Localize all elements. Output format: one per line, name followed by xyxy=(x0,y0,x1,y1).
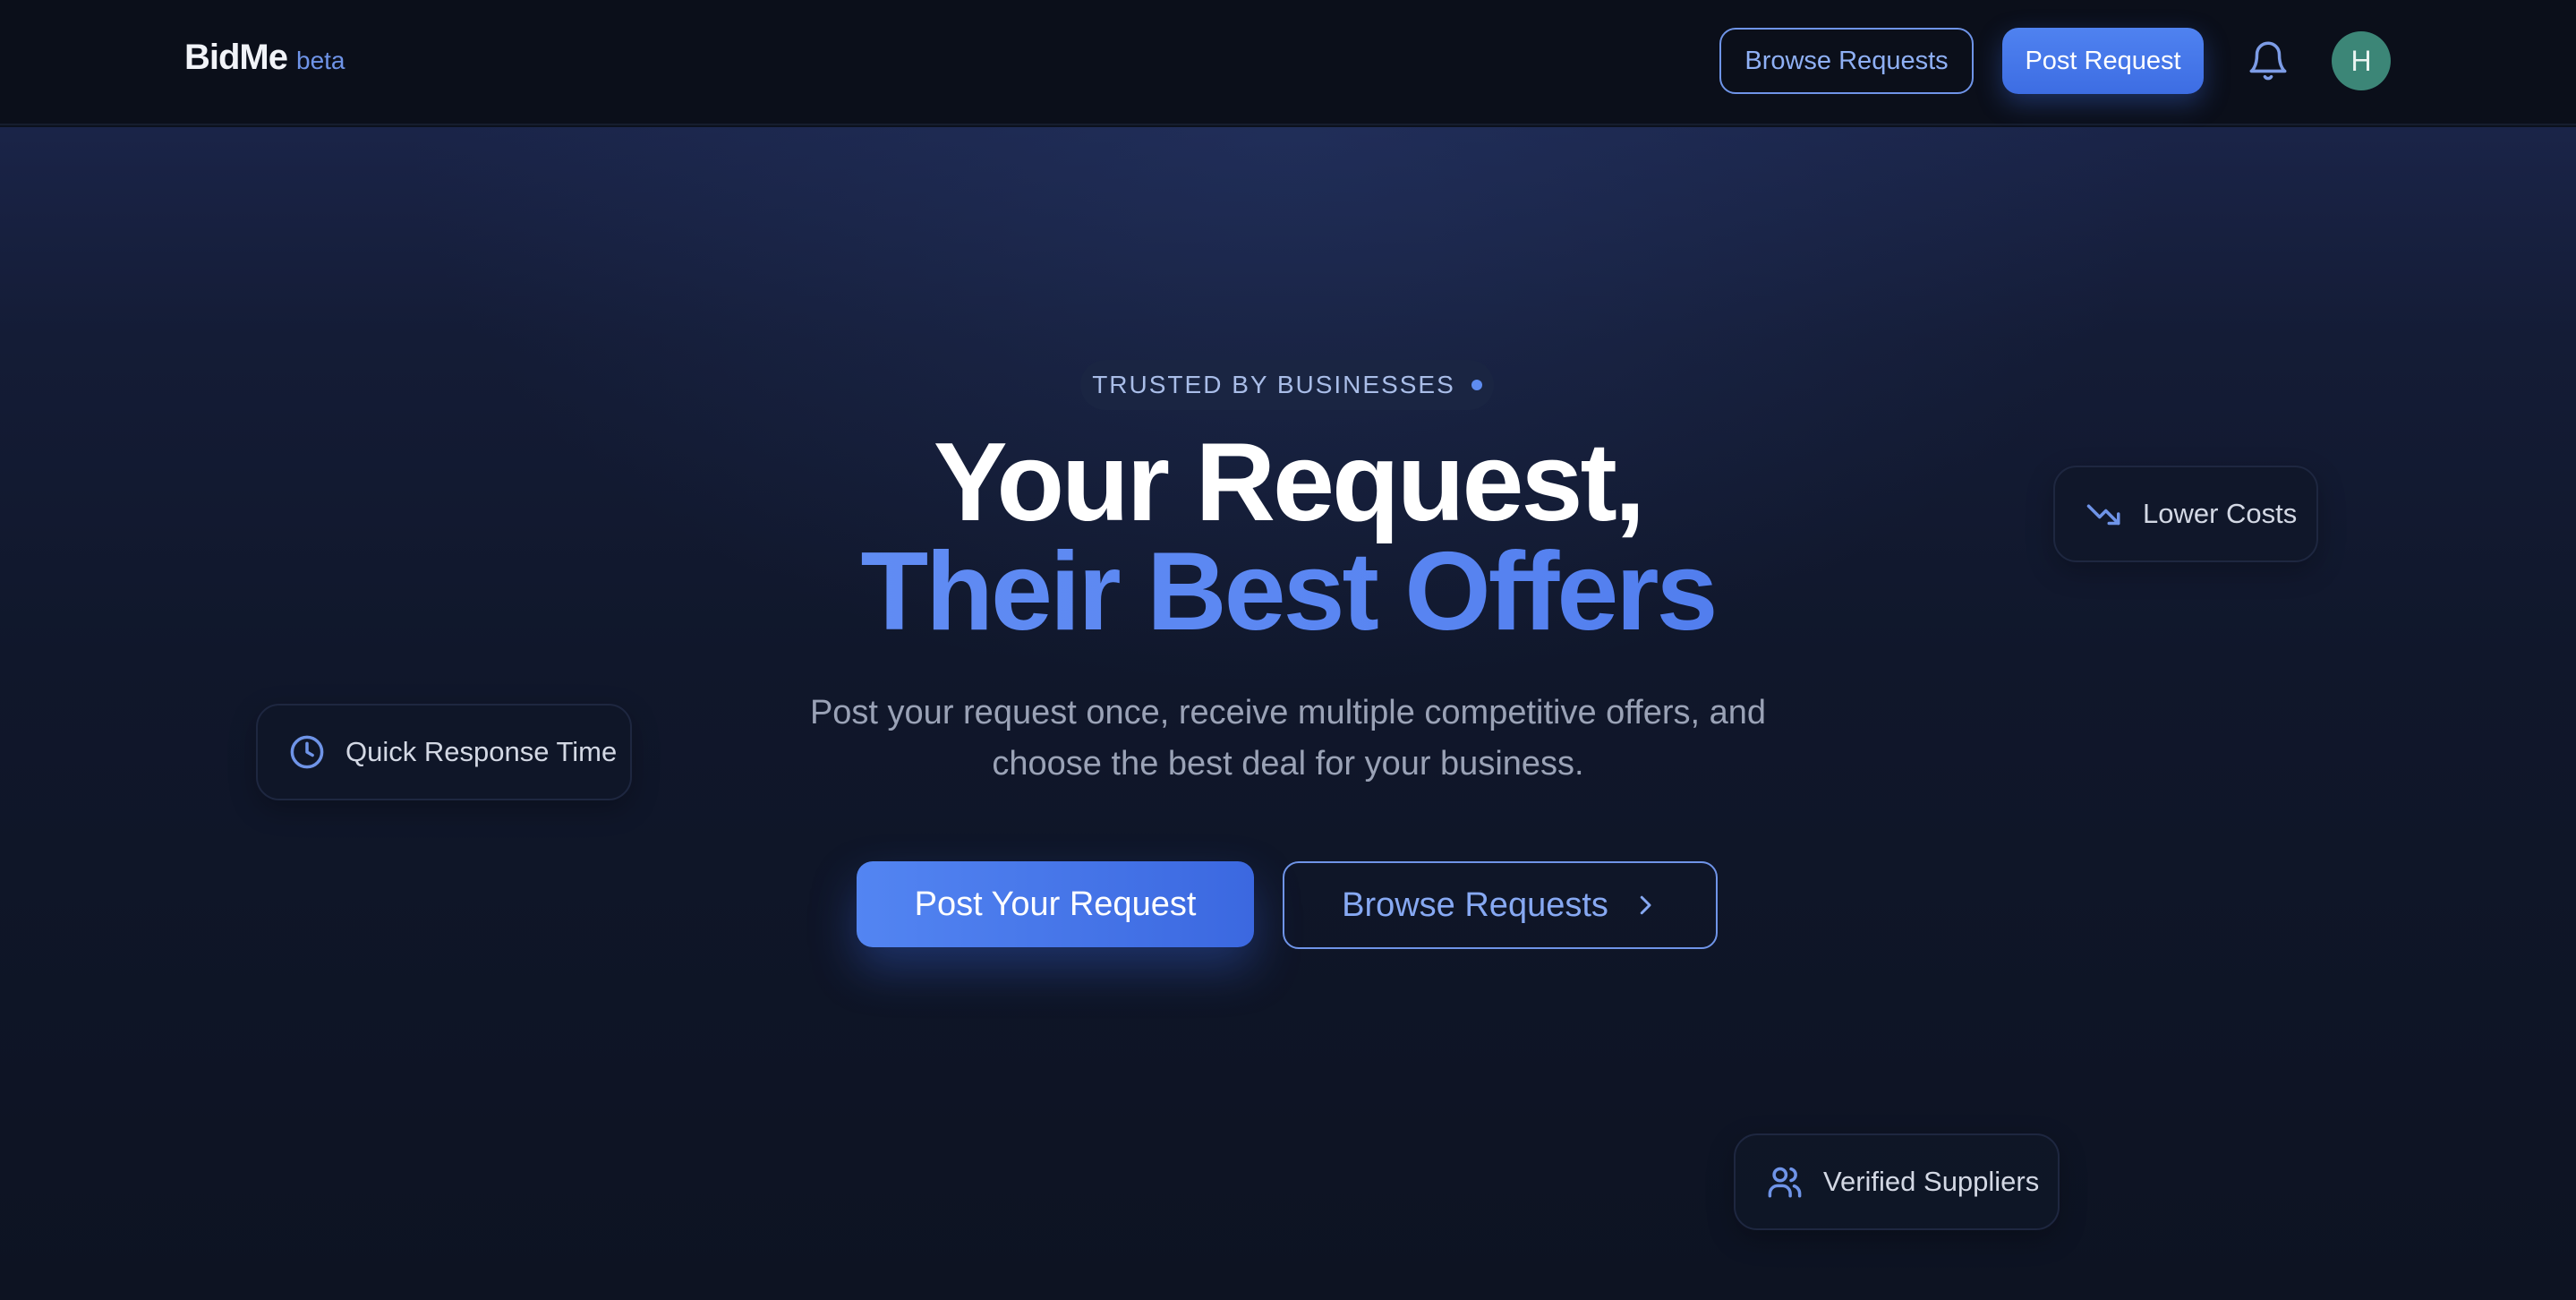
badge-dot-icon xyxy=(1471,380,1482,390)
brand-name: BidMe xyxy=(184,38,288,77)
clock-icon xyxy=(290,735,324,769)
beta-tag: beta xyxy=(296,47,345,74)
post-your-request-button[interactable]: Post Your Request xyxy=(857,861,1254,947)
post-request-nav-button[interactable]: Post Request xyxy=(2002,28,2204,94)
browse-requests-nav-button[interactable]: Browse Requests xyxy=(1719,28,1974,94)
trusted-badge: TRUSTED BY BUSINESSES xyxy=(1080,360,1494,410)
lower-costs-chip: Lower Costs xyxy=(2053,466,2318,562)
browse-requests-label: Browse Requests xyxy=(1342,885,1608,924)
lower-costs-label: Lower Costs xyxy=(2143,498,2298,529)
browse-requests-button[interactable]: Browse Requests xyxy=(1283,861,1718,949)
users-icon xyxy=(1768,1167,1802,1198)
quick-response-chip: Quick Response Time xyxy=(256,704,632,800)
verified-suppliers-label: Verified Suppliers xyxy=(1823,1166,2040,1197)
quick-response-label: Quick Response Time xyxy=(345,736,618,767)
trending-down-icon xyxy=(2086,504,2120,526)
trusted-badge-label: TRUSTED BY BUSINESSES xyxy=(1092,371,1455,398)
chevron-right-icon xyxy=(1640,895,1651,915)
top-navbar: BidMe beta Browse Requests Post Request … xyxy=(0,0,2576,125)
verified-suppliers-chip: Verified Suppliers xyxy=(1734,1133,2060,1230)
user-avatar[interactable]: H xyxy=(2332,31,2391,90)
hero-subtitle: Post your request once, receive multiple… xyxy=(809,694,1767,783)
bell-icon[interactable] xyxy=(2246,38,2290,84)
brand-logo[interactable]: BidMe beta xyxy=(184,38,345,78)
